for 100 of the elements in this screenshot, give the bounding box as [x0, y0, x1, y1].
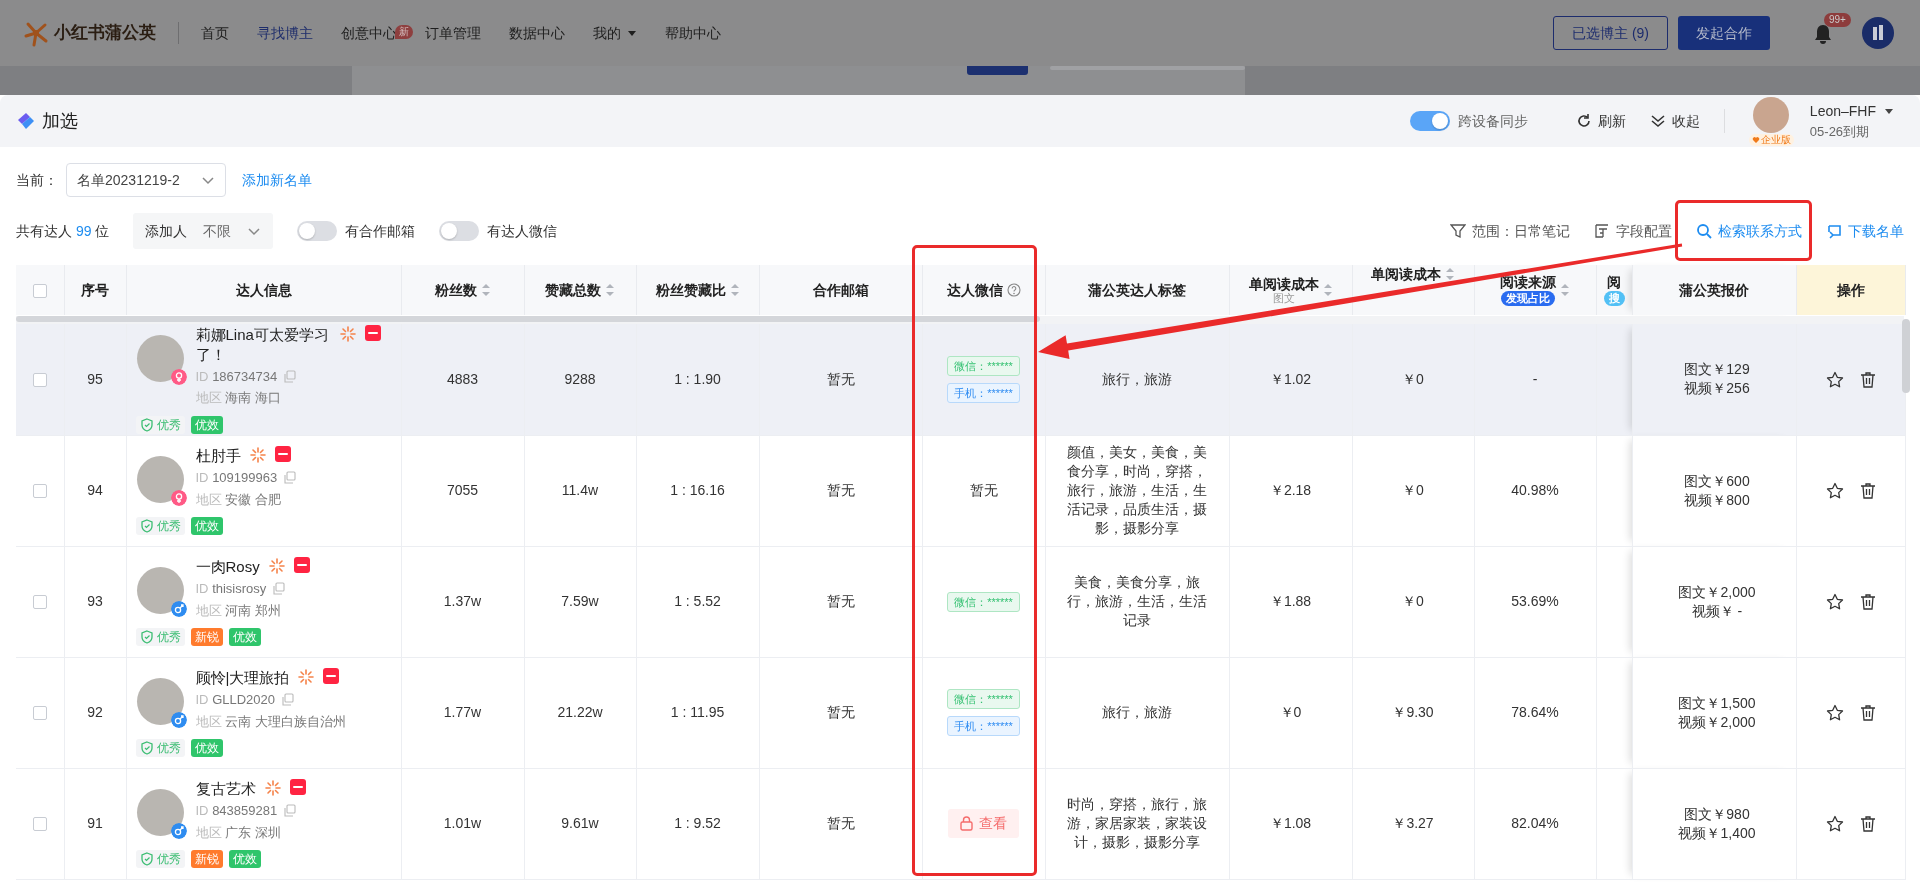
- bell-icon[interactable]: [1814, 23, 1832, 44]
- toggle-switch[interactable]: [439, 221, 480, 241]
- effective-tag: 优效: [190, 739, 223, 757]
- excellent-tag: 优秀: [135, 739, 185, 757]
- nav-tab[interactable]: 订单管理: [425, 18, 481, 48]
- search-button[interactable]: 检索联系方式: [1696, 220, 1802, 242]
- panel-title: 加选: [42, 109, 78, 133]
- selected-creators-button[interactable]: 已选博主 (9): [1553, 16, 1668, 50]
- creator-name[interactable]: 复古艺术: [195, 779, 256, 799]
- nav-tab[interactable]: 数据中心: [509, 18, 565, 48]
- start-collaboration-button[interactable]: 发起合作: [1678, 16, 1770, 50]
- excellent-tag: 优秀: [135, 415, 185, 434]
- checkbox[interactable]: [32, 706, 47, 721]
- checkbox[interactable]: [32, 817, 47, 832]
- copy-icon[interactable]: [281, 693, 294, 707]
- sort-icon[interactable]: [480, 283, 491, 297]
- tag-list: 旅行，旅游: [1062, 369, 1212, 389]
- nav-tab[interactable]: 寻找博主: [257, 18, 313, 48]
- copy-icon[interactable]: [283, 471, 297, 485]
- filter-icon: [1450, 223, 1466, 239]
- table-cell: ￥0: [1279, 704, 1302, 720]
- trash-icon: [1859, 704, 1876, 723]
- creator-id: ID 109199963: [195, 469, 278, 487]
- sort-icon[interactable]: [1560, 283, 1570, 297]
- adder-filter[interactable]: 添加人 不限: [133, 213, 274, 249]
- table-cell: 1.37w: [443, 593, 482, 609]
- nav-tab[interactable]: 我的: [593, 18, 637, 48]
- new-tag: 新锐: [190, 850, 223, 868]
- add-list-link[interactable]: 添加新名单: [242, 169, 312, 191]
- sort-icon[interactable]: [1445, 267, 1455, 281]
- burst-icon: [248, 446, 267, 464]
- tag-list: 颜值，美女，美食，美食分享，时尚，穿搭，旅行，旅游，生活，生活记录，品质生活，摄影，摄影分享: [1062, 443, 1212, 538]
- copy-icon[interactable]: [272, 582, 286, 596]
- table-cell: 1 : 11.95: [670, 704, 725, 720]
- creator-name[interactable]: 杜肘手: [195, 446, 241, 466]
- avatar-photo[interactable]: [136, 456, 184, 503]
- effective-tag: 优效: [228, 628, 261, 646]
- creator-name[interactable]: 顾怜|大理旅拍: [195, 668, 290, 688]
- refresh-button[interactable]: 刷新: [1575, 110, 1626, 132]
- horizontal-scrollbar[interactable]: [16, 316, 1040, 322]
- trash-icon: [1859, 593, 1876, 612]
- toggle-switch[interactable]: [1409, 111, 1450, 131]
- nav-tab[interactable]: 帮助中心: [665, 18, 721, 48]
- table-cell: 9288: [564, 370, 596, 387]
- creator-name[interactable]: 莉娜Lina可太爱学习了！: [195, 324, 331, 365]
- filter-button[interactable]: 范围：日常笔记: [1450, 220, 1570, 242]
- logo-icon: [289, 779, 306, 795]
- table-cell: 暂无: [826, 704, 855, 720]
- chevron-down-icon: [247, 225, 262, 237]
- column-header: 蒲公英达人标签: [1088, 281, 1186, 299]
- phone-chip[interactable]: 手机：******: [947, 716, 1020, 736]
- avatar-photo[interactable]: [136, 789, 184, 836]
- user-name[interactable]: Leon–FHF: [1809, 100, 1876, 122]
- collapse-button[interactable]: 收起: [1649, 110, 1700, 132]
- column-header: 操作: [1836, 281, 1865, 299]
- download-button[interactable]: 下载名单: [1826, 220, 1904, 242]
- total-count-text: 共有达人 99 位: [16, 221, 110, 241]
- creator-region: 地区 广东 深圳: [195, 823, 281, 842]
- copy-icon[interactable]: [283, 804, 297, 818]
- table-cell: 7.59w: [561, 593, 599, 609]
- table-cell: 暂无: [826, 815, 855, 831]
- copy-icon[interactable]: [283, 370, 297, 383]
- table-cell: ￥2.18: [1269, 482, 1312, 498]
- table-cell: -: [1532, 370, 1538, 387]
- shield-icon: [139, 741, 154, 755]
- toggle-label: 有合作邮箱: [345, 221, 416, 241]
- table-cell: 53.69%: [1511, 593, 1559, 609]
- avatar-photo[interactable]: [1753, 96, 1790, 133]
- effective-tag: 优效: [228, 850, 261, 868]
- current-list-label: 当前：: [16, 170, 58, 190]
- avatar-photo[interactable]: [136, 567, 184, 614]
- nav-tab[interactable]: 首页: [201, 18, 229, 48]
- shield-icon: [139, 519, 154, 533]
- sort-icon[interactable]: [605, 283, 615, 297]
- burst-icon: [297, 668, 316, 686]
- toggle-switch[interactable]: [297, 221, 338, 241]
- view-contact-button[interactable]: 查看: [948, 809, 1019, 838]
- logo-icon: [293, 557, 310, 573]
- fields-button[interactable]: 字段配置: [1594, 220, 1672, 242]
- avatar-icon[interactable]: [1862, 17, 1894, 49]
- checkbox[interactable]: [32, 373, 47, 388]
- sort-icon[interactable]: [1322, 283, 1333, 297]
- column-header: 达人微信: [946, 281, 1003, 299]
- phone-chip[interactable]: 手机：******: [947, 382, 1020, 403]
- row-number: 91: [87, 815, 103, 831]
- creator-name[interactable]: 一肉Rosy: [195, 557, 260, 577]
- checkbox[interactable]: [32, 595, 47, 610]
- table-cell: 1 : 9.52: [674, 815, 721, 831]
- star-icon: [1825, 704, 1844, 723]
- avatar-photo[interactable]: [136, 678, 184, 725]
- vertical-scrollbar[interactable]: [1902, 319, 1910, 393]
- search-icon: [1696, 223, 1712, 239]
- column-badge: 发现占比: [1501, 290, 1555, 306]
- checkbox[interactable]: [32, 284, 47, 299]
- list-select[interactable]: 名单20231219-2: [66, 163, 226, 197]
- excellent-tag: 优秀: [135, 850, 185, 868]
- checkbox[interactable]: [32, 484, 47, 499]
- sort-icon[interactable]: [729, 283, 740, 297]
- shield-icon: [139, 630, 154, 644]
- table-cell: ￥0: [1402, 593, 1424, 609]
